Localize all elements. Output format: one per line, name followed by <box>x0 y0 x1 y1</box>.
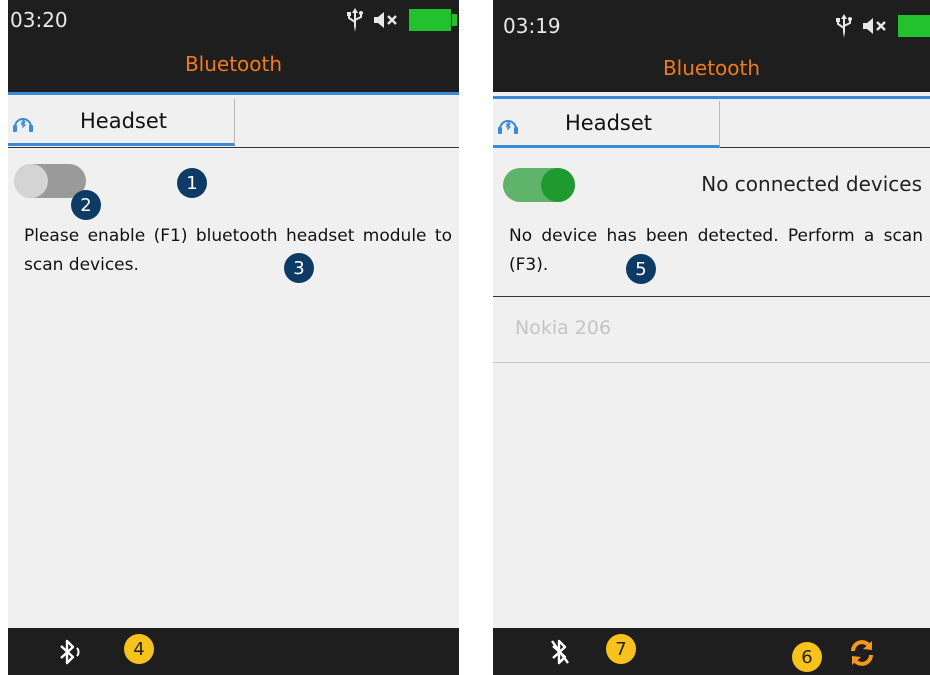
softkey-bar <box>8 628 459 675</box>
softkey-bar <box>493 628 930 675</box>
status-message: No device has been detected. Perform a s… <box>509 226 923 275</box>
callout-1: 1 <box>177 168 207 198</box>
tab-bar: Headset <box>8 95 459 148</box>
tab-headset[interactable]: Headset <box>8 99 235 146</box>
callout-7: 7 <box>606 634 636 664</box>
status-bar: 03:19 Bluetooth <box>493 0 930 92</box>
divider <box>493 296 930 297</box>
battery-icon <box>898 15 930 37</box>
status-message: Please enable (F1) bluetooth headset mod… <box>24 226 452 275</box>
callout-6: 6 <box>792 642 822 672</box>
status-icons <box>836 14 930 38</box>
clock: 03:20 <box>10 8 68 32</box>
connection-status: No connected devices <box>701 172 922 196</box>
mute-icon <box>374 12 397 28</box>
tab-label: Headset <box>565 111 653 135</box>
refresh-icon[interactable] <box>847 638 877 668</box>
divider <box>493 362 930 363</box>
page-title: Bluetooth <box>662 56 761 80</box>
headset-bluetooth-icon <box>13 118 33 132</box>
bluetooth-off-icon[interactable] <box>545 637 575 667</box>
callout-4: 4 <box>124 634 154 664</box>
status-icons <box>347 8 457 32</box>
mute-icon <box>863 18 886 34</box>
toggle-knob <box>14 164 48 198</box>
device-item[interactable]: Nokia 206 <box>515 317 611 339</box>
callout-2: 2 <box>71 190 101 220</box>
bluetooth-signal-icon[interactable] <box>56 637 86 667</box>
battery-icon <box>409 9 457 31</box>
callout-5: 5 <box>626 254 656 284</box>
headset-bluetooth-icon <box>498 120 518 134</box>
tab-label: Headset <box>80 109 168 133</box>
bluetooth-toggle[interactable] <box>503 168 575 202</box>
screen-left: 03:20 Bluetooth Headset Please enable (F… <box>8 0 459 675</box>
screen-right: 03:19 Bluetooth Headset No connected dev… <box>493 0 930 675</box>
page-title: Bluetooth <box>184 52 283 76</box>
status-bar: 03:20 Bluetooth <box>8 0 459 92</box>
callout-3: 3 <box>284 253 314 283</box>
tab-bar: Headset <box>493 99 930 148</box>
toggle-knob <box>541 168 575 202</box>
tab-headset[interactable]: Headset <box>493 101 720 148</box>
usb-icon <box>347 8 363 32</box>
clock: 03:19 <box>503 14 561 38</box>
usb-icon <box>836 14 852 38</box>
